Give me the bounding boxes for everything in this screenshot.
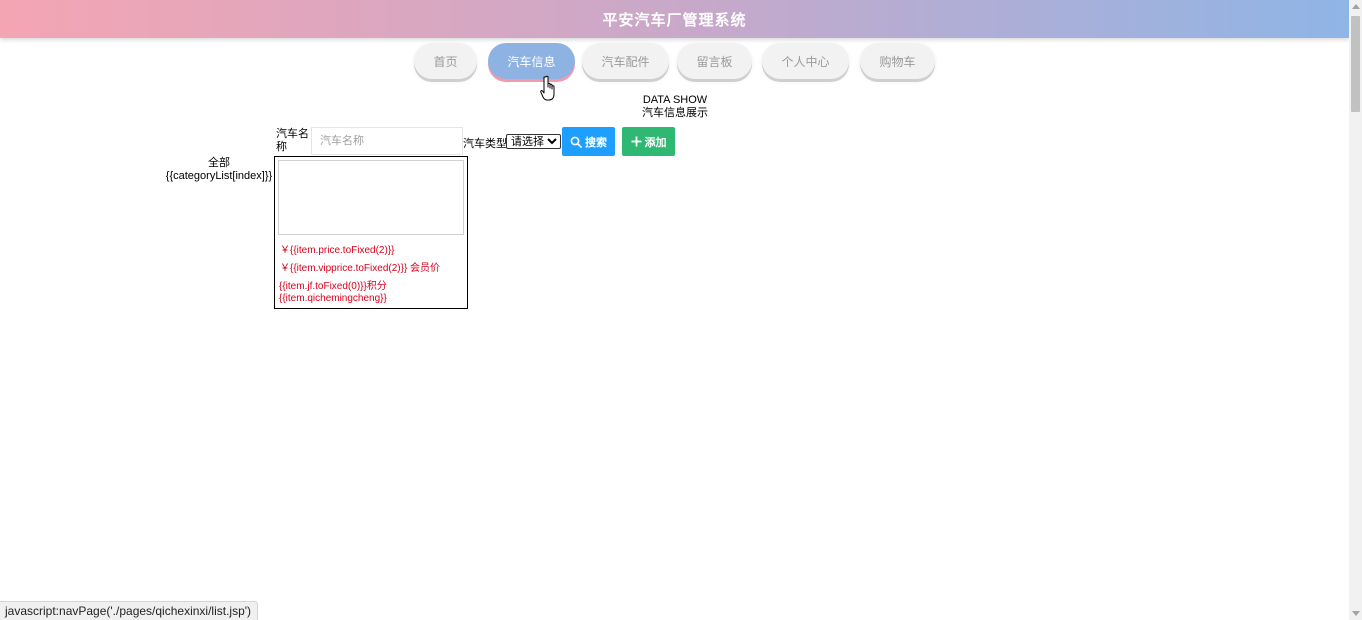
scroll-thumb[interactable] — [1351, 16, 1360, 112]
car-card[interactable]: ￥{{item.price.toFixed(2)}} ￥{{item.vippr… — [274, 156, 468, 309]
car-type-select[interactable]: 请选择 — [506, 134, 561, 149]
nav-item-home[interactable]: 首页 — [414, 43, 477, 79]
nav-item-label: 首页 — [433, 54, 458, 69]
category-item[interactable]: {{categoryList[index]}} — [155, 170, 283, 183]
nav-item-cart[interactable]: 购物车 — [860, 43, 935, 79]
scroll-down-icon[interactable] — [1352, 611, 1360, 616]
nav-item-message-board[interactable]: 留言板 — [677, 43, 752, 79]
main-nav: 首页 汽车信息 汽车配件 留言板 个人中心 购物车 — [0, 43, 1349, 83]
car-name: {{item.qichemingcheng}} — [279, 293, 387, 304]
category-list: 全部 {{categoryList[index]}} — [155, 157, 283, 183]
nav-item-label: 购物车 — [879, 54, 916, 69]
page-scrollbar[interactable] — [1349, 0, 1362, 620]
nav-item-label: 留言板 — [696, 54, 733, 69]
nav-item-label: 汽车配件 — [601, 54, 650, 69]
nav-item-user-center[interactable]: 个人中心 — [762, 43, 849, 79]
add-button[interactable]: 添加 — [622, 127, 675, 156]
app-header: 平安汽车厂管理系统 — [0, 0, 1349, 38]
browser-status-bar: javascript:navPage('./pages/qichexinxi/l… — [0, 601, 259, 620]
car-name-label: 汽车名称 — [276, 128, 309, 153]
nav-item-car-info[interactable]: 汽车信息 — [488, 43, 575, 79]
car-type-label: 汽车类型 — [463, 138, 507, 150]
car-points: {{item.jf.toFixed(0)}}积分 — [279, 281, 387, 292]
search-button-label: 搜索 — [585, 136, 607, 149]
plus-icon — [631, 136, 641, 147]
car-name-input[interactable] — [311, 127, 463, 155]
car-price: ￥{{item.price.toFixed(2)}} — [280, 245, 395, 256]
car-image[interactable] — [278, 160, 464, 235]
section-title: DATA SHOW 汽车信息展示 — [600, 94, 750, 120]
category-all[interactable]: 全部 — [155, 157, 283, 170]
nav-item-label: 汽车信息 — [507, 54, 556, 69]
nav-item-label: 个人中心 — [781, 54, 830, 69]
status-bar-url: javascript:navPage('./pages/qichexinxi/l… — [5, 604, 252, 618]
search-button[interactable]: 搜索 — [562, 127, 615, 156]
nav-item-car-parts[interactable]: 汽车配件 — [582, 43, 669, 79]
car-vip-price: ￥{{item.vipprice.toFixed(2)}} 会员价 — [280, 263, 441, 274]
add-button-label: 添加 — [644, 136, 667, 149]
section-title-en: DATA SHOW — [642, 94, 708, 106]
search-icon — [570, 136, 582, 148]
section-title-cn: 汽车信息展示 — [642, 107, 708, 119]
scroll-up-icon[interactable] — [1352, 4, 1360, 9]
hand-pointer-icon — [540, 75, 555, 101]
app-title: 平安汽车厂管理系统 — [602, 11, 747, 29]
